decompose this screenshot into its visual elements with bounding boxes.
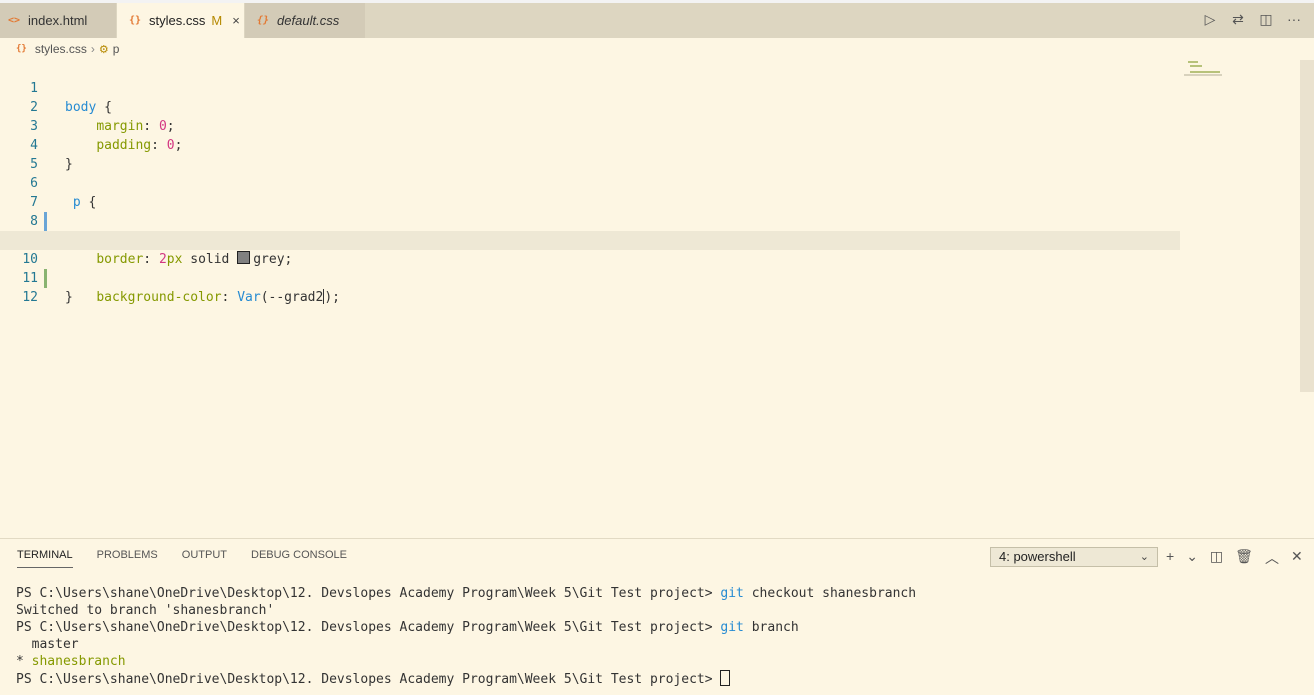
tab-label: styles.css	[149, 13, 206, 28]
breadcrumb-symbol[interactable]: p	[113, 42, 120, 56]
symbol-icon: ⚙	[98, 43, 109, 56]
close-tab-icon[interactable]: ×	[232, 13, 240, 28]
code-line[interactable]: 7 width: 80%;	[0, 174, 1180, 248]
code-line[interactable]: 3 padding: 0;	[0, 98, 1180, 153]
tab-label: default.css	[277, 13, 340, 28]
terminal-line: PS C:\Users\shane\OneDrive\Desktop\12. D…	[16, 586, 917, 601]
current-code-line[interactable]: 10 background-color: Var(--grad2);	[0, 231, 1180, 305]
terminal-select[interactable]: 4: powershell ⌄	[990, 547, 1158, 567]
property: background-color	[96, 290, 222, 305]
chevron-right-icon: ›	[90, 42, 95, 56]
tab-output[interactable]: OUTPUT	[182, 549, 227, 568]
panel-actions: + ⌄ ◫ 🗑 ︿ ✕	[1166, 548, 1303, 568]
editor-tab-bar: <> index.html {} styles.css M × {} defau…	[0, 0, 1314, 38]
code-line[interactable]: 5	[0, 136, 1180, 172]
editor-scrollbar[interactable]	[1300, 60, 1314, 392]
editor-actions: ▷ ⇄ ◫ ···	[1202, 11, 1302, 28]
tab-terminal[interactable]: TERMINAL	[17, 549, 73, 568]
code-line[interactable]: 1 body {	[0, 60, 1180, 115]
breadcrumb-file[interactable]: styles.css	[35, 42, 87, 56]
code-line[interactable]: 2 margin: 0;	[0, 79, 1180, 134]
chevron-down-icon[interactable]: ⌄	[1186, 548, 1198, 568]
trash-icon[interactable]: 🗑	[1235, 548, 1253, 568]
tab-styles-css[interactable]: {} styles.css M ×	[117, 3, 244, 38]
chevron-down-icon: ⌄	[1139, 551, 1149, 563]
minimap[interactable]	[1180, 58, 1300, 82]
split-terminal-icon[interactable]: ◫	[1210, 548, 1223, 568]
tab-default-css[interactable]: {} default.css	[245, 3, 365, 38]
terminal-cursor	[720, 670, 731, 686]
modified-indicator: M	[211, 13, 223, 28]
tab-label: index.html	[28, 13, 88, 28]
compare-changes-icon[interactable]: ⇄	[1230, 11, 1246, 28]
code-line[interactable]: 9 border: 2px solid grey;	[0, 212, 1180, 267]
html-file-icon: <>	[8, 15, 21, 26]
tab-index-html[interactable]: <> index.html	[0, 3, 116, 38]
code-line[interactable]: 4 }	[0, 117, 1180, 172]
terminal-prompt-line[interactable]: PS C:\Users\shane\OneDrive\Desktop\12. D…	[16, 670, 916, 687]
css-file-icon: {}	[129, 15, 142, 26]
code-editor[interactable]: 1 body { 2 margin: 0; 3 padding: 0; 4 } …	[0, 60, 1300, 538]
terminal-line: Switched to branch 'shanesbranch'	[16, 603, 275, 618]
code-line[interactable]: 11 }	[0, 250, 1180, 305]
terminal-select-value: 4: powershell	[999, 549, 1076, 564]
breadcrumb: {} styles.css › ⚙ p	[16, 40, 119, 58]
tab-debug-console[interactable]: DEBUG CONSOLE	[251, 549, 347, 568]
terminal-line: master	[16, 637, 79, 652]
code-line[interactable]: 12	[0, 269, 1180, 305]
tab-problems[interactable]: PROBLEMS	[97, 549, 158, 568]
code-line[interactable]: 6 p {	[0, 155, 1180, 210]
run-icon[interactable]: ▷	[1202, 11, 1218, 28]
maximize-panel-icon[interactable]: ︿	[1265, 548, 1279, 568]
terminal-output[interactable]: PS C:\Users\shane\OneDrive\Desktop\12. D…	[16, 585, 916, 687]
new-terminal-icon[interactable]: +	[1166, 548, 1174, 568]
terminal-line: * shanesbranch	[16, 654, 126, 669]
split-editor-icon[interactable]: ◫	[1258, 11, 1274, 28]
terminal-line: PS C:\Users\shane\OneDrive\Desktop\12. D…	[16, 620, 799, 635]
css-file-icon: {}	[16, 44, 27, 54]
panel-tabs: TERMINAL PROBLEMS OUTPUT DEBUG CONSOLE	[17, 549, 347, 568]
more-actions-icon[interactable]: ···	[1286, 11, 1302, 28]
code-line[interactable]: 8 height: 200px;	[0, 193, 1180, 248]
css-file-icon: {}	[257, 15, 270, 26]
line-number: 12	[22, 290, 38, 305]
close-panel-icon[interactable]: ✕	[1291, 548, 1303, 568]
bottom-panel: TERMINAL PROBLEMS OUTPUT DEBUG CONSOLE 4…	[0, 538, 1314, 695]
